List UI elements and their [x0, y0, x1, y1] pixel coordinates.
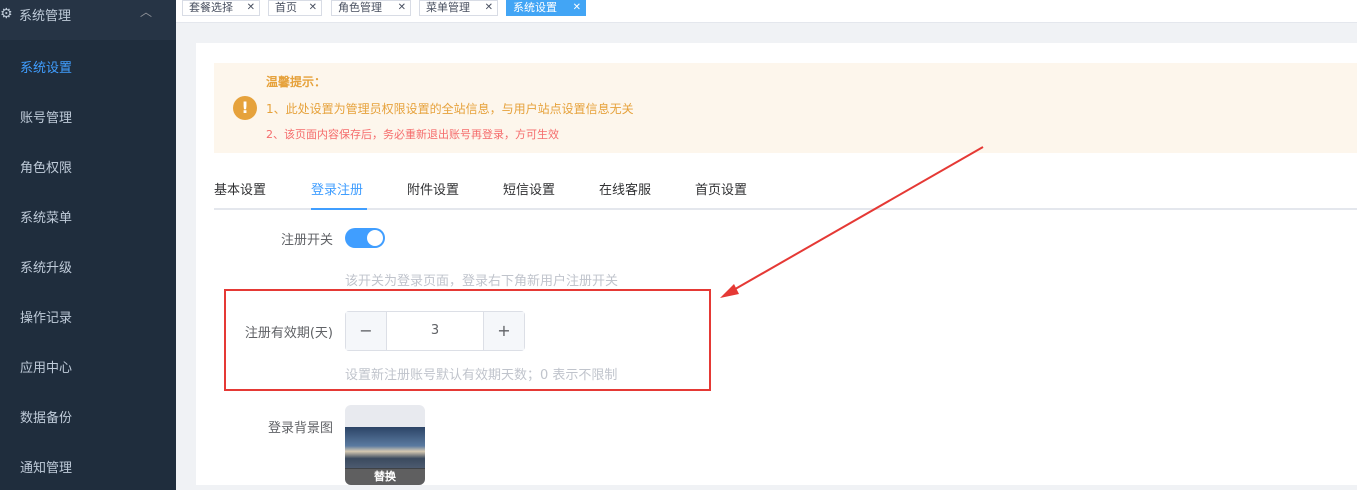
- arrow-line: [729, 146, 984, 293]
- annotation-arrow: [720, 146, 984, 298]
- arrow-head: [720, 284, 739, 298]
